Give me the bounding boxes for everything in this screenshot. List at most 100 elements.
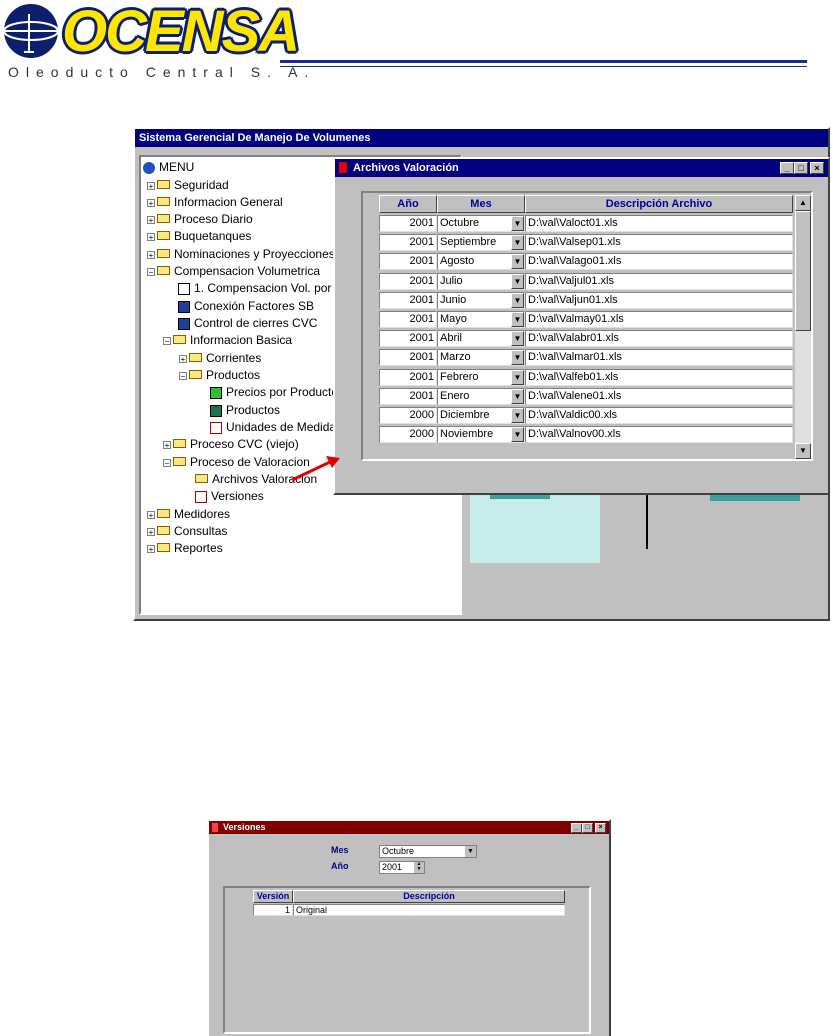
chevron-down-icon[interactable]: ▼	[511, 216, 524, 231]
descripcion-cell[interactable]: D:\val\Valabr01.xls	[525, 330, 793, 348]
anio-cell[interactable]: 2001	[379, 215, 437, 232]
tree-item-corrientes[interactable]: + Corrientes	[179, 350, 261, 366]
descripcion-cell[interactable]: D:\val\Valago01.xls	[525, 253, 793, 271]
anio-cell[interactable]: 2001	[379, 349, 437, 367]
tree-item-proceso-diario[interactable]: + Proceso Diario	[147, 211, 253, 227]
expand-icon[interactable]: +	[147, 527, 155, 536]
tree-item-medidores[interactable]: + Medidores	[147, 506, 230, 522]
expand-icon[interactable]: +	[147, 510, 155, 519]
anio-cell[interactable]: 2000	[379, 426, 437, 444]
descripcion-cell[interactable]: D:\val\Valmar01.xls	[525, 349, 793, 367]
anio-cell[interactable]: 2001	[379, 253, 437, 271]
tree-label: Versiones	[211, 489, 264, 503]
tree-item-compensacion[interactable]: − Compensacion Volumetrica	[147, 263, 320, 279]
expand-icon[interactable]: +	[147, 232, 155, 241]
scroll-up-button[interactable]: ▲	[795, 195, 811, 211]
chevron-down-icon[interactable]: ▼	[511, 331, 524, 347]
expand-icon[interactable]: +	[147, 198, 155, 207]
descripcion-cell[interactable]: Original	[293, 904, 565, 916]
descripcion-cell[interactable]: D:\val\Valoct01.xls	[525, 215, 793, 232]
collapse-icon[interactable]: −	[179, 371, 187, 380]
tree-item-versiones[interactable]: Versiones	[195, 488, 264, 504]
archivos-title: Archivos Valoración	[353, 162, 459, 174]
mes-select[interactable]: Octubre ▼	[379, 845, 477, 858]
anio-stepper[interactable]: 2001 ▲ ▼	[379, 861, 425, 874]
maximize-button[interactable]: □	[582, 823, 593, 833]
column-header-anio[interactable]: Año	[379, 195, 437, 213]
main-window-titlebar[interactable]: Sistema Gerencial De Manejo De Volumenes	[135, 129, 828, 147]
collapse-icon[interactable]: −	[147, 267, 155, 276]
column-header-descripcion[interactable]: Descripción	[293, 890, 565, 903]
close-button[interactable]: ×	[810, 162, 824, 174]
descripcion-cell[interactable]: D:\val\Valjun01.xls	[525, 291, 793, 309]
tree-item-seguridad[interactable]: + Seguridad	[147, 177, 229, 193]
descripcion-cell[interactable]: D:\val\Valmay01.xls	[525, 311, 793, 328]
chevron-down-icon[interactable]: ▼	[511, 388, 524, 404]
tree-item-conexion-factores[interactable]: Conexión Factores SB	[178, 298, 314, 314]
tree-item-control-cierres[interactable]: Control de cierres CVC	[178, 315, 317, 331]
versiones-titlebar[interactable]: Versiones	[209, 821, 609, 834]
collapse-icon[interactable]: −	[163, 336, 171, 345]
expand-icon[interactable]: +	[179, 354, 187, 363]
expand-icon[interactable]: +	[147, 250, 155, 259]
minimize-button[interactable]: _	[571, 823, 582, 833]
tree-item-unidades-medida[interactable]: Unidades de Medida	[210, 419, 336, 435]
version-cell[interactable]: 1	[253, 904, 293, 916]
descripcion-cell[interactable]: D:\val\Valsep01.xls	[525, 234, 793, 252]
chevron-down-icon[interactable]: ▼	[511, 369, 524, 385]
chevron-down-icon[interactable]: ▼	[511, 254, 524, 270]
minimize-button[interactable]: _	[780, 162, 794, 174]
chevron-down-icon[interactable]: ▼	[511, 350, 524, 366]
scroll-thumb[interactable]	[795, 211, 811, 331]
tree-label: Medidores	[174, 507, 231, 521]
tree-item-informacion-basica[interactable]: − Informacion Basica	[163, 332, 292, 348]
vertical-scrollbar[interactable]: ▲ ▼	[795, 195, 811, 459]
column-header-descripcion[interactable]: Descripción Archivo	[525, 195, 793, 213]
tree-item-informacion-general[interactable]: + Informacion General	[147, 194, 283, 210]
anio-cell[interactable]: 2001	[379, 272, 437, 290]
tree-item-proceso-cvc-viejo[interactable]: + Proceso CVC (viejo)	[163, 436, 299, 452]
tree-label: Productos	[206, 368, 261, 382]
anio-cell[interactable]: 2001	[379, 311, 437, 328]
descripcion-cell[interactable]: D:\val\Valfeb01.xls	[525, 368, 793, 386]
expand-icon[interactable]: +	[147, 181, 155, 190]
descripcion-cell[interactable]: D:\val\Valdic00.xls	[525, 407, 793, 424]
column-header-version[interactable]: Versión	[253, 890, 293, 903]
chevron-down-icon[interactable]: ▼	[511, 312, 524, 327]
anio-cell[interactable]: 2001	[379, 291, 437, 309]
close-button[interactable]: ×	[595, 823, 606, 833]
tree-item-precios-producto[interactable]: Precios por Producto	[210, 384, 338, 400]
tree-item-proceso-valoracion[interactable]: − Proceso de Valoracion	[163, 454, 310, 470]
chevron-down-icon[interactable]: ▼	[511, 235, 524, 251]
column-header-mes[interactable]: Mes	[437, 195, 525, 213]
expand-icon[interactable]: +	[147, 215, 155, 224]
anio-cell[interactable]: 2001	[379, 387, 437, 405]
chevron-down-icon[interactable]: ▼	[511, 427, 524, 443]
expand-icon[interactable]: +	[147, 544, 155, 553]
tree-item-compensacion-vol[interactable]: 1. Compensacion Vol. por C	[178, 280, 343, 296]
chevron-down-icon[interactable]: ▼	[511, 273, 524, 289]
maximize-button[interactable]: □	[794, 162, 808, 174]
anio-cell[interactable]: 2001	[379, 234, 437, 252]
collapse-icon[interactable]: −	[163, 458, 171, 467]
chevron-down-icon[interactable]: ▼	[511, 408, 524, 423]
spin-buttons-icon[interactable]: ▲ ▼	[414, 862, 424, 873]
anio-cell[interactable]: 2001	[379, 330, 437, 348]
tree-item-productos-folder[interactable]: − Productos	[179, 367, 260, 383]
archivos-titlebar[interactable]: Archivos Valoración	[335, 159, 828, 177]
anio-cell[interactable]: 2000	[379, 407, 437, 424]
tree-item-productos[interactable]: Productos	[210, 402, 280, 418]
chevron-down-icon[interactable]: ▼	[511, 292, 524, 308]
tree-item-buquetanques[interactable]: + Buquetanques	[147, 228, 251, 244]
expand-icon[interactable]: +	[163, 440, 171, 449]
tree-root-menu[interactable]: MENU	[143, 159, 194, 175]
tree-item-reportes[interactable]: + Reportes	[147, 540, 223, 556]
descripcion-cell[interactable]: D:\val\Valjul01.xls	[525, 272, 793, 290]
tree-item-consultas[interactable]: + Consultas	[147, 523, 227, 539]
anio-cell[interactable]: 2001	[379, 368, 437, 386]
descripcion-cell[interactable]: D:\val\Valnov00.xls	[525, 426, 793, 444]
tree-item-nominaciones[interactable]: + Nominaciones y Proyecciones	[147, 246, 335, 262]
chevron-down-icon[interactable]: ▼	[465, 846, 476, 857]
descripcion-cell[interactable]: D:\val\Valene01.xls	[525, 387, 793, 405]
scroll-down-button[interactable]: ▼	[795, 443, 811, 459]
